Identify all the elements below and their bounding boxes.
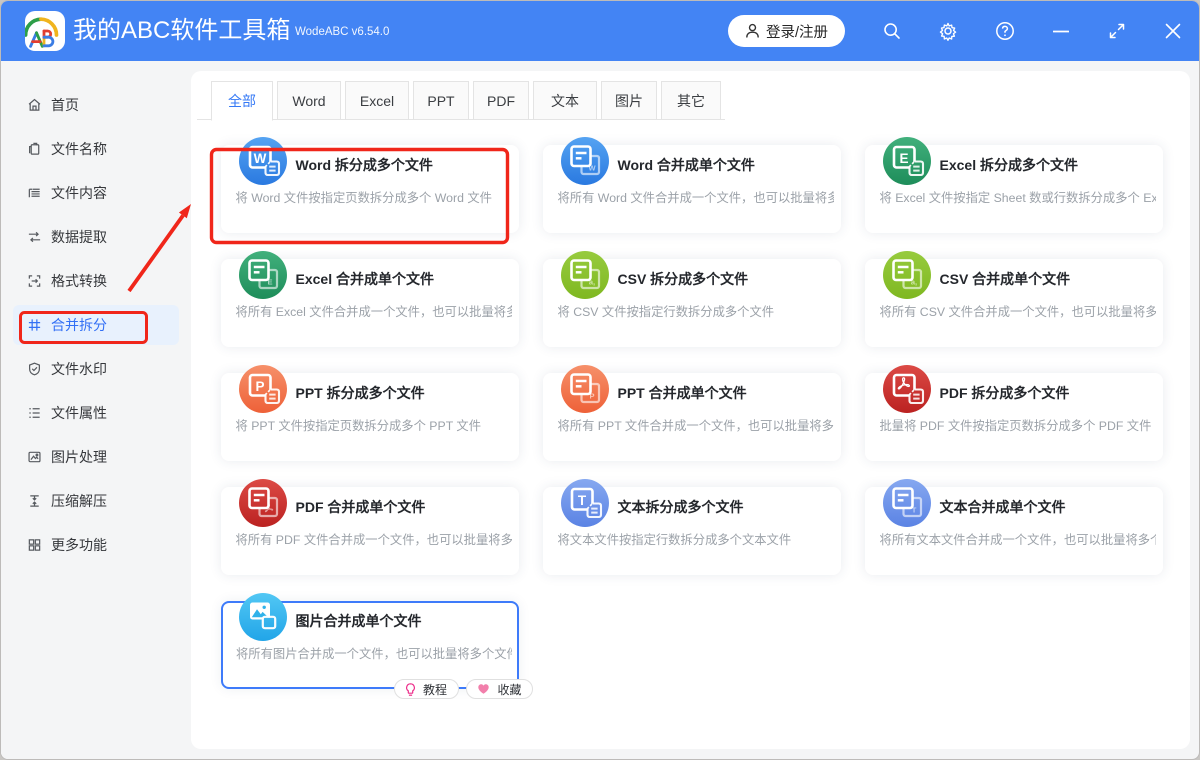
svg-text:E: E [899,151,908,166]
svg-text:W: W [254,151,267,166]
svg-text:T: T [578,493,587,508]
svg-text:P: P [255,379,264,394]
